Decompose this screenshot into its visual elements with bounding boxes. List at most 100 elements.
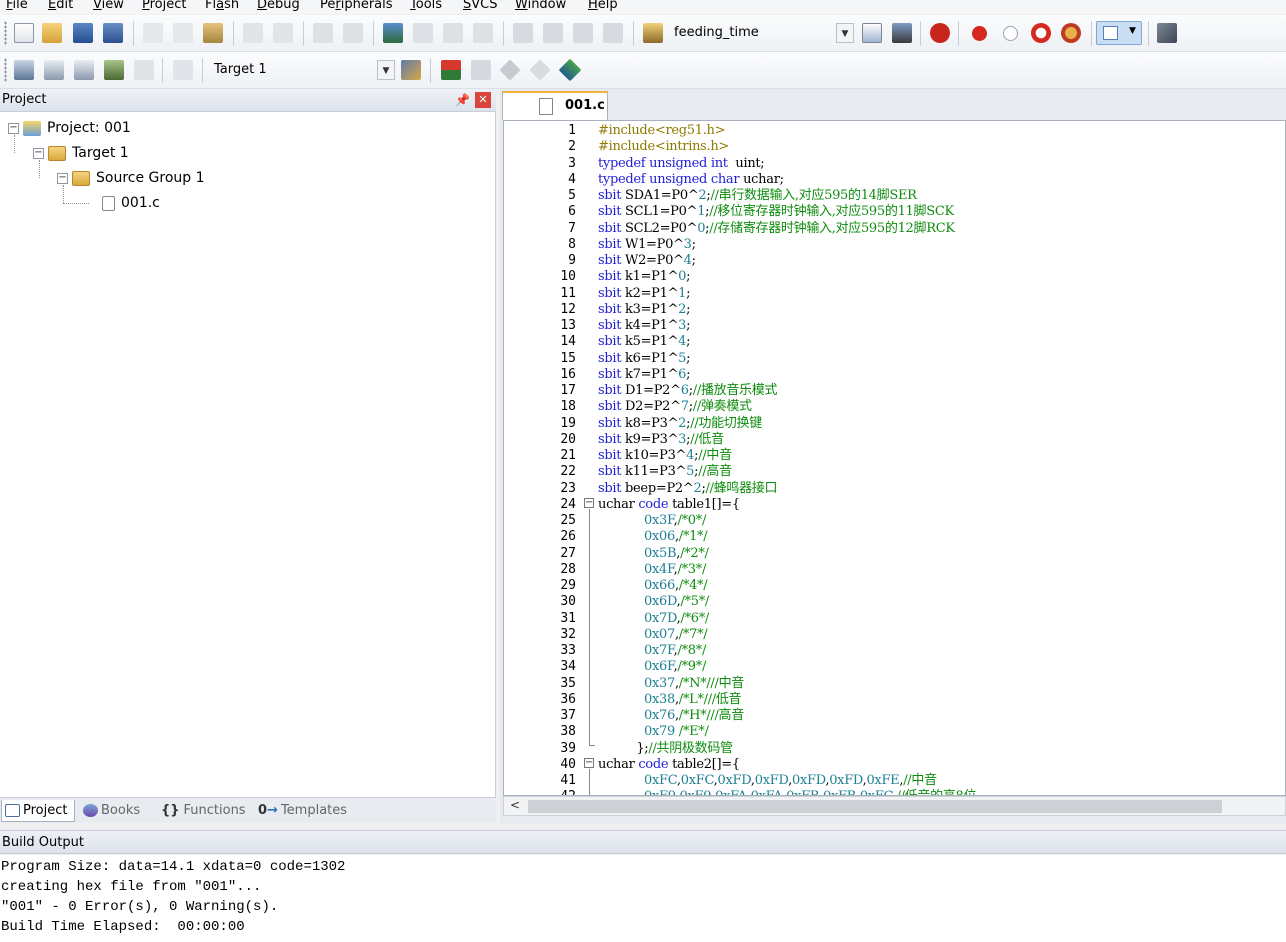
line-number: 19 [560, 415, 576, 431]
rebuild-icon[interactable] [74, 60, 94, 80]
navigate-back-icon[interactable] [313, 23, 333, 43]
undo-icon[interactable] [243, 23, 263, 43]
code-line: 0x7D,/*6*/ [644, 610, 710, 626]
manage-run-time-environment-icon[interactable] [558, 58, 582, 82]
tab-functions[interactable]: {} Functions [157, 800, 249, 822]
code-line: sbit W1=P0^3; [598, 236, 696, 252]
redo-icon[interactable] [273, 23, 293, 43]
configure-wrench-icon[interactable] [1157, 23, 1177, 43]
indent-icon[interactable] [513, 23, 533, 43]
tree-item-target[interactable]: − Target 1 [33, 142, 129, 164]
enable-breakpoint-icon[interactable] [1003, 26, 1018, 41]
collapse-icon[interactable]: − [57, 172, 68, 184]
find-in-files-icon[interactable] [643, 23, 663, 43]
code-line: sbit k9=P3^3;//低音 [598, 431, 724, 447]
insert-breakpoint-icon[interactable] [972, 26, 987, 41]
previous-bookmark-icon[interactable] [413, 23, 433, 43]
menu-item[interactable]: Window [515, 0, 566, 13]
batch-build-icon[interactable] [104, 60, 124, 80]
menu-item[interactable]: Project [142, 0, 187, 13]
open-folder-icon[interactable] [42, 23, 62, 43]
cut-icon[interactable] [143, 23, 163, 43]
build-output-panel[interactable]: Program Size: data=14.1 xdata=0 code=130… [0, 855, 1286, 942]
tab-project[interactable]: Project [1, 800, 75, 822]
toolbar-separator [373, 21, 374, 46]
collapse-icon[interactable]: − [8, 122, 19, 134]
clear-bookmarks-icon[interactable] [473, 23, 493, 43]
toolbar-separator [633, 21, 634, 46]
fold-collapse-icon[interactable]: − [584, 758, 594, 768]
select-packs-icon[interactable] [499, 59, 521, 81]
find-icon[interactable] [862, 23, 882, 43]
uncomment-icon[interactable] [603, 23, 623, 43]
target-options-icon[interactable] [401, 60, 421, 80]
start-debug-icon[interactable] [930, 23, 950, 43]
download-load-icon[interactable] [173, 60, 193, 80]
code-editor[interactable]: 1 2 3 4 5 6 7 8 9 10 11 12 13 14 15 16 17 18 19 20 21 22 23 24 2… [503, 120, 1286, 796]
code-line: 0x79 /*E*/ [644, 724, 709, 740]
line-number: 11 [560, 285, 576, 301]
toolbar-separator [233, 21, 234, 46]
menu-item[interactable]: Flash [205, 0, 239, 13]
find-combo[interactable]: feeding_time ▼ [668, 23, 854, 45]
code-line: sbit k11=P3^5;//高音 [598, 464, 732, 480]
code-line: 0x37,/*N*///中音 [644, 675, 744, 691]
line-number: 28 [560, 561, 576, 577]
menu-item[interactable]: View [93, 0, 124, 13]
tab-templates[interactable]: 0→ Templates [254, 800, 350, 822]
insert-bookmark-icon[interactable] [383, 23, 403, 43]
incremental-find-icon[interactable] [892, 23, 912, 43]
save-all-icon[interactable] [103, 23, 123, 43]
save-icon[interactable] [73, 23, 93, 43]
navigate-forward-icon[interactable] [343, 23, 363, 43]
tree-item-source-group[interactable]: − Source Group 1 [57, 167, 205, 189]
menu-item[interactable]: Peripherals [320, 0, 393, 13]
kill-breakpoints-icon[interactable] [1061, 23, 1081, 43]
editor-tab-001c[interactable]: 001.c [502, 91, 608, 120]
code-line: 0x7F,/*8*/ [644, 643, 707, 658]
manage-multi-project-icon[interactable] [471, 60, 491, 80]
menu-item[interactable]: Debug [257, 0, 300, 13]
tab-books[interactable]: Books [80, 800, 152, 822]
fold-collapse-icon[interactable]: − [584, 498, 594, 508]
tree-connector [63, 203, 89, 204]
horizontal-scrollbar[interactable]: < [503, 796, 1286, 816]
code-line: sbit SCL2=P0^0;//存储寄存器时钟输入,对应595的12脚RCK [598, 220, 955, 236]
toolbar-file: feeding_time ▼ ▼ [0, 15, 1286, 52]
pin-icon[interactable]: 📌 [455, 93, 470, 107]
menu-item[interactable]: File [6, 0, 28, 13]
collapse-icon[interactable]: − [33, 147, 44, 159]
code-line: };//共阴极数码管 [598, 740, 733, 756]
tree-item-file[interactable]: 001.c [102, 192, 160, 214]
new-file-icon[interactable] [14, 23, 34, 43]
line-number: 38 [560, 724, 576, 740]
chevron-down-icon[interactable]: ▼ [377, 60, 395, 80]
stop-build-icon[interactable] [134, 60, 154, 80]
line-number: 37 [560, 708, 576, 723]
chevron-down-icon[interactable]: ▼ [836, 23, 854, 43]
window-layout-icon [1103, 26, 1118, 40]
paste-icon[interactable] [203, 23, 223, 43]
comment-icon[interactable] [573, 23, 593, 43]
translate-icon[interactable] [14, 60, 34, 80]
disable-breakpoints-icon[interactable] [1031, 23, 1051, 43]
tree-item-project[interactable]: − Project: 001 [8, 117, 131, 139]
menu-item[interactable]: Tools [410, 0, 442, 13]
target-combo[interactable]: Target 1 ▼ [208, 60, 395, 82]
pack-installer-icon[interactable] [529, 59, 551, 81]
window-layout-button[interactable]: ▼ [1096, 21, 1142, 45]
menu-item[interactable]: Edit [48, 0, 73, 13]
menu-item[interactable]: SVCS [463, 0, 498, 13]
menu-item[interactable]: Help [588, 0, 618, 13]
next-bookmark-icon[interactable] [443, 23, 463, 43]
close-icon[interactable]: ✕ [475, 92, 491, 108]
toolbar-grip-icon[interactable] [4, 21, 7, 45]
unindent-icon[interactable] [543, 23, 563, 43]
copy-icon[interactable] [173, 23, 193, 43]
scrollbar-thumb[interactable] [528, 800, 1222, 813]
build-icon[interactable] [44, 60, 64, 80]
manage-project-items-icon[interactable] [441, 60, 461, 80]
templates-icon: 0→ [258, 803, 278, 818]
toolbar-grip-icon[interactable] [4, 58, 7, 82]
scroll-left-icon[interactable]: < [510, 798, 520, 812]
